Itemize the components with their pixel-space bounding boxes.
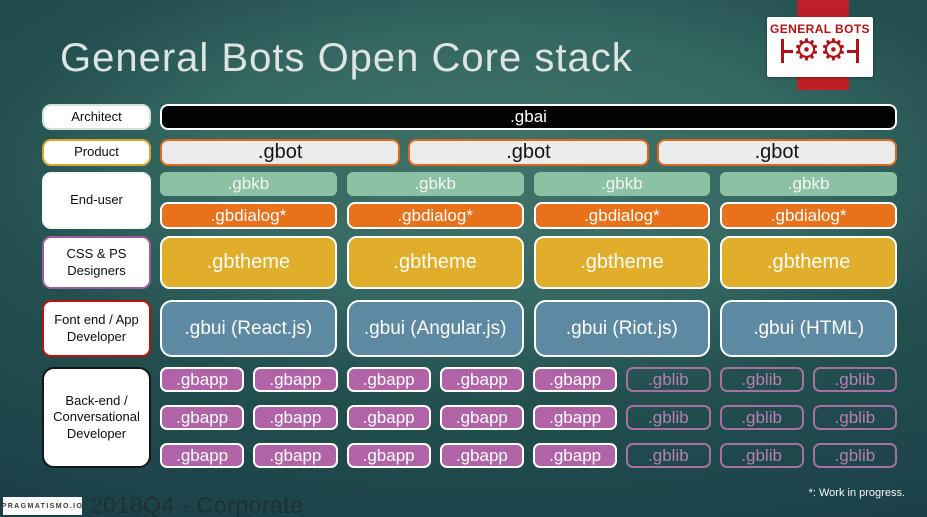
- label-architect: Architect: [42, 104, 151, 130]
- gbapp-box: .gbapp: [346, 367, 431, 392]
- label-backend-developer: Back-end / Conversational Developer: [42, 367, 151, 468]
- gblib-box: .gblib: [719, 405, 804, 430]
- footer-caption: 2018Q4 - Corporate: [90, 492, 304, 517]
- gbdialog-box: .gbdialog*: [533, 202, 711, 229]
- gblib-box: .gblib: [626, 405, 711, 430]
- gbdialog-box: .gbdialog*: [346, 202, 524, 229]
- gbapp-box: .gbapp: [439, 367, 524, 392]
- gblib-box: .gblib: [812, 367, 897, 392]
- gbot-box: .gbot: [160, 139, 401, 166]
- gear-icon: ⚙: [820, 33, 847, 68]
- gbapp-box: .gbapp: [533, 405, 618, 430]
- gbkb-box: .gbkb: [346, 172, 524, 196]
- stack-diagram: Architect .gbai Product .gbot .gbot .gbo…: [42, 104, 897, 468]
- gbot-box: .gbot: [408, 139, 649, 166]
- row-backend: Back-end / Conversational Developer .gba…: [42, 367, 897, 468]
- gear-icon: ⚙: [793, 33, 820, 68]
- gbui-angular-box: .gbui (Angular.js): [346, 300, 524, 357]
- gbapp-box: .gbapp: [533, 443, 618, 468]
- gbtheme-box: .gbtheme: [533, 236, 711, 289]
- gbkb-box: .gbkb: [533, 172, 711, 196]
- gblib-box: .gblib: [626, 367, 711, 392]
- gbapp-box: .gbapp: [253, 443, 338, 468]
- gblib-box: .gblib: [812, 405, 897, 430]
- row-enduser: End-user .gbkb .gbkb .gbkb .gbkb .gbdial…: [42, 172, 897, 229]
- gbui-html-box: .gbui (HTML): [720, 300, 897, 357]
- gblib-box: .gblib: [719, 367, 804, 392]
- label-frontend-developer: Font end / App Developer: [42, 300, 151, 357]
- gbkb-box: .gbkb: [160, 172, 337, 196]
- row-frontend: Font end / App Developer .gbui (React.js…: [42, 300, 897, 357]
- gbapp-box: .gbapp: [346, 405, 431, 430]
- gbui-riot-box: .gbui (Riot.js): [533, 300, 711, 357]
- gblib-box: .gblib: [812, 443, 897, 468]
- gbapp-box: .gbapp: [253, 367, 338, 392]
- gbapp-box: .gbapp: [439, 443, 524, 468]
- gbtheme-box: .gbtheme: [160, 236, 337, 289]
- gblib-box: .gblib: [719, 443, 804, 468]
- gbai-box: .gbai: [160, 104, 897, 130]
- page-title: General Bots Open Core stack: [60, 36, 633, 80]
- pragmatismo-badge: PRAGMATISMO.IO: [2, 497, 82, 515]
- gbapp-box: .gbapp: [253, 405, 338, 430]
- gbapp-box: .gbapp: [160, 367, 245, 392]
- row-product: Product .gbot .gbot .gbot: [42, 139, 897, 166]
- gblib-box: .gblib: [626, 443, 711, 468]
- gbot-box: .gbot: [656, 139, 897, 166]
- general-bots-logo: GENERAL BOTS ⚙ ⚙: [767, 17, 873, 77]
- gbkb-box: .gbkb: [720, 172, 897, 196]
- label-css-designers: CSS & PS Designers: [42, 236, 151, 289]
- gbapp-box: .gbapp: [160, 443, 245, 468]
- work-in-progress-note: *: Work in progress.: [808, 487, 905, 499]
- gbdialog-box: .gbdialog*: [720, 202, 897, 229]
- slide-canvas: General Bots Open Core stack GENERAL BOT…: [0, 0, 927, 517]
- gbtheme-box: .gbtheme: [346, 236, 524, 289]
- gbapp-box: .gbapp: [533, 367, 618, 392]
- gbapp-box: .gbapp: [439, 405, 524, 430]
- gbtheme-box: .gbtheme: [720, 236, 897, 289]
- row-architect: Architect .gbai: [42, 104, 897, 130]
- gbdialog-box: .gbdialog*: [160, 202, 337, 229]
- gbapp-box: .gbapp: [160, 405, 245, 430]
- logo-gears: ⚙ ⚙: [781, 36, 859, 66]
- label-enduser: End-user: [42, 172, 151, 229]
- gbapp-box: .gbapp: [346, 443, 431, 468]
- label-product: Product: [42, 139, 151, 166]
- gbui-react-box: .gbui (React.js): [160, 300, 337, 357]
- row-designers: CSS & PS Designers .gbtheme .gbtheme .gb…: [42, 236, 897, 289]
- connector-icon: [784, 49, 794, 53]
- right-bar-icon: [855, 39, 859, 63]
- connector-icon: [846, 49, 856, 53]
